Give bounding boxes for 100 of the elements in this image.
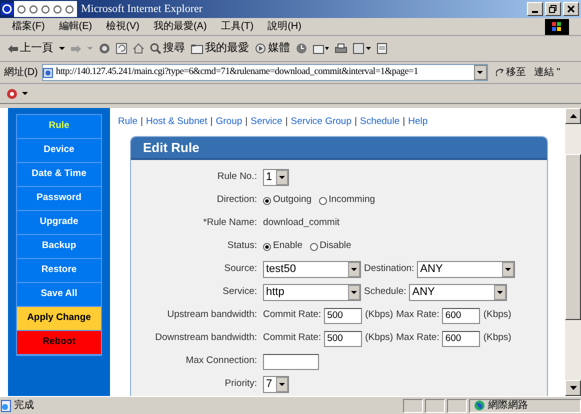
caret-icon xyxy=(351,291,357,294)
field-label: Direction: xyxy=(216,193,258,208)
field-label: Max Connection: xyxy=(184,354,258,368)
radio-option[interactable]: Enable xyxy=(263,239,303,254)
stop-icon[interactable] xyxy=(99,43,110,54)
go-arrow-icon xyxy=(496,68,505,77)
panel-title: Edit Rule xyxy=(131,137,547,160)
links-label[interactable]: 連結 " xyxy=(534,65,560,80)
mail-icon[interactable] xyxy=(313,43,329,54)
caret-icon xyxy=(279,383,285,386)
nav-link[interactable]: Service xyxy=(250,114,282,130)
menu-item[interactable]: 工具(T) xyxy=(220,19,254,34)
back-button[interactable]: 上一頁 xyxy=(8,40,53,57)
menu-item[interactable]: 檔案(F) xyxy=(12,19,45,34)
favorites-button[interactable]: 我的最愛 xyxy=(191,40,249,57)
nav-link[interactable]: Help xyxy=(408,114,428,130)
status-pane xyxy=(447,398,467,412)
field-label: Destination: xyxy=(364,262,414,276)
page-icon xyxy=(42,68,53,78)
field-label: Commit Rate: xyxy=(263,308,322,322)
media-icon xyxy=(255,43,266,54)
field-label: Max Rate: xyxy=(396,308,440,322)
menu-item[interactable]: 說明(H) xyxy=(268,19,302,34)
input-field[interactable]: 600 xyxy=(442,330,480,346)
refresh-icon[interactable] xyxy=(116,43,127,54)
dropdown-button[interactable] xyxy=(474,65,487,80)
caret-icon xyxy=(497,291,504,294)
field-label: Upstream bandwidth: xyxy=(166,308,258,322)
sidebar-item[interactable]: Backup xyxy=(17,235,101,259)
search-button[interactable]: 搜尋 xyxy=(150,40,185,57)
field-label: Schedule: xyxy=(364,285,406,300)
field-label: Source: xyxy=(223,262,258,276)
nav-link[interactable]: Schedule xyxy=(360,114,400,130)
edit-icon[interactable] xyxy=(353,43,371,54)
nav-link[interactable]: Group xyxy=(216,114,242,130)
caret-icon[interactable] xyxy=(22,92,28,95)
sidebar-item[interactable]: Reboot xyxy=(17,331,101,355)
sidebar-item[interactable]: Upgrade xyxy=(17,211,101,235)
input-field[interactable] xyxy=(263,354,319,370)
media-button[interactable]: 媒體 xyxy=(255,40,290,57)
field-label: (Kbps) xyxy=(483,308,512,322)
search-icon xyxy=(150,43,161,54)
windows-logo-icon xyxy=(545,18,569,34)
restore-button[interactable] xyxy=(545,2,561,16)
field-value: download_commit xyxy=(263,216,340,230)
caret-icon[interactable] xyxy=(59,47,65,50)
status-text: 完成 xyxy=(14,398,35,413)
field-label: Service: xyxy=(222,285,258,300)
zone-text: 網際網路 xyxy=(488,399,528,413)
sidebar-item[interactable]: Password xyxy=(17,187,101,211)
address-label: 網址(D) xyxy=(4,66,38,80)
globe-icon xyxy=(474,400,485,411)
radio-option[interactable]: Outgoing xyxy=(263,193,312,208)
document-icon[interactable] xyxy=(377,43,387,54)
radio-option[interactable]: Disable xyxy=(310,239,352,254)
go-button[interactable]: 移至 xyxy=(496,65,526,80)
sidebar-item[interactable]: Rule xyxy=(17,115,101,139)
page-icon xyxy=(0,400,12,412)
radio-option[interactable]: Incomming xyxy=(318,193,376,208)
input-field[interactable]: 500 xyxy=(324,330,362,346)
sidebar-item[interactable]: Apply Change xyxy=(17,307,101,331)
status-pane xyxy=(425,398,445,412)
sidebar-item[interactable]: Device xyxy=(17,139,101,163)
sidebar-item[interactable]: Save All xyxy=(17,283,101,307)
restore-icon xyxy=(549,5,557,13)
nav-link[interactable]: Service Group xyxy=(290,114,352,130)
close-button[interactable] xyxy=(563,2,579,16)
field-label: Downstream bandwidth: xyxy=(154,331,258,346)
nav-link[interactable]: Rule xyxy=(118,114,138,130)
nav-link[interactable]: Host & Subnet xyxy=(146,114,208,130)
scrollbar[interactable] xyxy=(565,108,581,396)
field-label: (Kbps) xyxy=(365,331,394,346)
history-icon[interactable] xyxy=(296,43,307,54)
select-field[interactable]: ANY xyxy=(409,284,508,301)
home-icon[interactable] xyxy=(133,43,144,54)
address-field[interactable]: http://140.127.45.241/main.cgi?type=6&cmd=71&rulename=download_commit&interval=1&page=1 xyxy=(42,64,488,81)
separator: | xyxy=(140,114,144,129)
minimize-button[interactable] xyxy=(527,2,543,16)
field-label: Priority: xyxy=(224,377,258,392)
sidebar-item[interactable]: Date & Time xyxy=(17,163,101,187)
select-field[interactable]: test50 xyxy=(263,261,361,278)
input-field[interactable]: 600 xyxy=(442,308,480,324)
select-field[interactable]: ANY xyxy=(417,261,516,278)
caret-icon xyxy=(279,176,285,179)
caret-icon xyxy=(505,268,512,271)
select-field[interactable]: 7 xyxy=(263,376,289,393)
back-arrow-icon xyxy=(8,44,18,52)
print-icon[interactable] xyxy=(335,43,347,54)
separator: | xyxy=(285,114,288,129)
select-field[interactable]: 1 xyxy=(263,169,289,186)
menu-item[interactable]: 編輯(E) xyxy=(58,19,92,34)
field-label: (Kbps) xyxy=(365,308,394,322)
menu-item[interactable]: 我的最愛(A) xyxy=(153,19,207,34)
close-icon xyxy=(567,5,575,13)
input-field[interactable]: 500 xyxy=(324,308,362,324)
menu-item[interactable]: 檢視(V) xyxy=(106,19,140,34)
select-field[interactable]: http xyxy=(263,284,361,301)
up-arrow-icon xyxy=(570,114,576,118)
field-label: Max Rate: xyxy=(396,331,440,346)
sidebar-item[interactable]: Restore xyxy=(17,259,101,283)
